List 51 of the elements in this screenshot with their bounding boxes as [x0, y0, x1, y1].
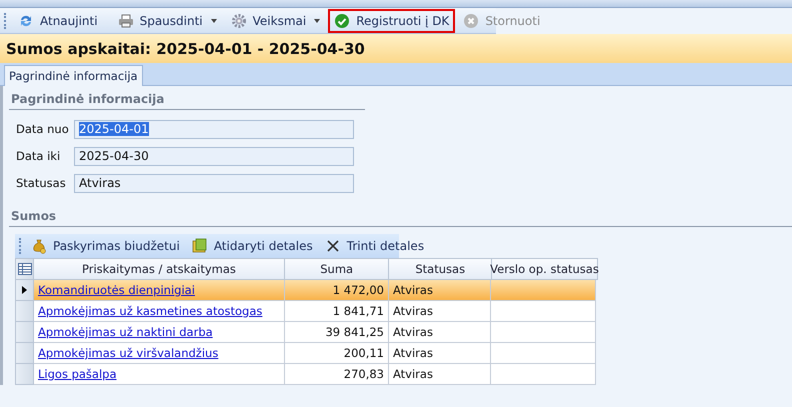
table-row[interactable]: Apmokėjimas už kasmetines atostogas 1 841,71 Atviras: [15, 301, 598, 322]
table-row[interactable]: Apmokėjimas už viršvalandžius 200,11 Atviras: [15, 343, 598, 364]
column-header[interactable]: Priskaitymas / atskaitymas: [34, 258, 285, 280]
link[interactable]: Ligos pašalpa: [38, 367, 117, 381]
link[interactable]: Apmokėjimas už naktini darba: [38, 325, 213, 339]
table-cell: Atviras: [389, 364, 491, 385]
link[interactable]: Komandiruotės dienpinigiai: [38, 283, 195, 297]
toolbar-button[interactable]: Registruoti į DK: [328, 8, 456, 32]
tab[interactable]: Pagrindinė informacija: [4, 65, 143, 86]
gear-icon: [230, 12, 247, 28]
grid-icon: [18, 263, 32, 275]
table-cell: Atviras: [389, 322, 491, 343]
link[interactable]: Apmokėjimas už kasmetines atostogas: [38, 304, 262, 318]
field-label: Data nuo: [16, 122, 70, 136]
folder-icon: [192, 238, 208, 254]
section-title: Sumos: [11, 209, 56, 223]
field-label: Statusas: [16, 176, 67, 190]
input-field[interactable]: 2025-04-01: [74, 120, 354, 138]
table-cell: 39 841,25: [285, 322, 389, 343]
money-bag-icon: [31, 238, 47, 254]
toolbar-button[interactable]: Atnaujinti: [12, 8, 104, 32]
check-icon: [334, 12, 350, 28]
toolbar-button[interactable]: Veiksmai: [224, 8, 326, 32]
column-header[interactable]: Suma: [284, 258, 390, 280]
caret-icon: [210, 18, 217, 22]
table-cell: Atviras: [389, 301, 491, 322]
caret-icon: [314, 18, 320, 22]
page-title: Sumos apskaitai: 2025-04-01 - 2025-04-30: [6, 40, 365, 58]
toolbar-button[interactable]: Paskyrimas biudžetui: [25, 234, 186, 258]
row-header[interactable]: [15, 280, 34, 301]
table-cell: 270,83: [285, 364, 389, 385]
toolbar-button[interactable]: Spausdinti: [112, 8, 223, 32]
input-field[interactable]: 2025-04-30: [74, 146, 354, 166]
cancel-icon: [463, 12, 480, 28]
input-field[interactable]: Atviras: [74, 174, 354, 192]
table-cell: 200,11: [285, 343, 389, 364]
table-row[interactable]: Komandiruotės dienpinigiai 1 472,00 Atviras: [15, 280, 598, 301]
section-title: Pagrindinė informacija: [11, 92, 164, 106]
printer-icon: [118, 12, 134, 28]
table-cell: 1 841,71: [285, 301, 389, 322]
field-label: Data iki: [16, 149, 62, 163]
link[interactable]: Apmokėjimas už viršvalandžius: [38, 346, 218, 360]
toolbar-button[interactable]: Atidaryti detales: [186, 234, 319, 258]
toolbar-button[interactable]: Trinti detales: [318, 234, 430, 258]
delete-icon: [324, 238, 341, 254]
table-row[interactable]: Ligos pašalpa 270,83 Atviras: [15, 364, 598, 385]
table-cell: Atviras: [389, 343, 491, 364]
row-pointer-icon: [22, 286, 27, 294]
table-row[interactable]: Apmokėjimas už naktini darba 39 841,25 Atviras: [15, 322, 598, 343]
table-cell: Atviras: [389, 280, 491, 301]
table-cell: 1 472,00: [285, 280, 389, 301]
